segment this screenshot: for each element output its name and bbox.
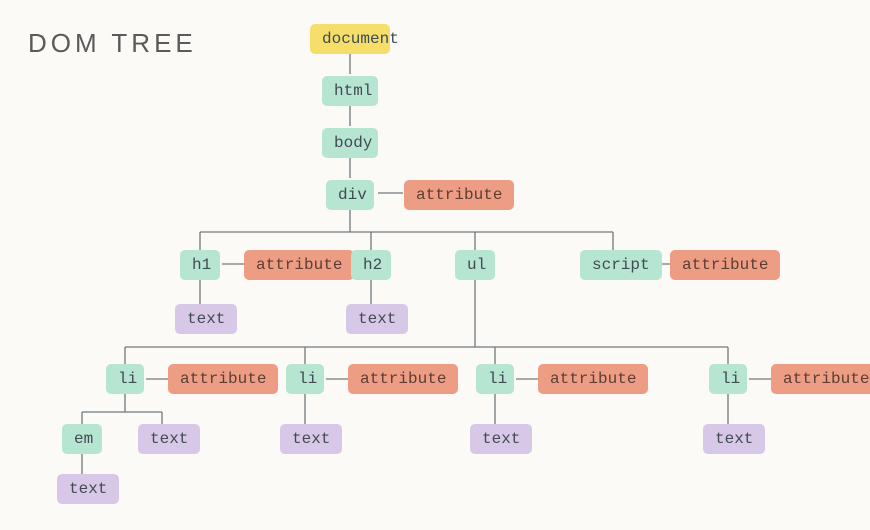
node-h2-text: text bbox=[346, 304, 408, 334]
node-em-text: text bbox=[57, 474, 119, 504]
node-li-4-attribute: attribute bbox=[771, 364, 870, 394]
node-li-3-attribute: attribute bbox=[538, 364, 648, 394]
node-li-2: li bbox=[286, 364, 324, 394]
node-li-1-text: text bbox=[138, 424, 200, 454]
node-div: div bbox=[326, 180, 374, 210]
node-em: em bbox=[62, 424, 102, 454]
node-li-4: li bbox=[709, 364, 747, 394]
node-li-1: li bbox=[106, 364, 144, 394]
node-h1: h1 bbox=[180, 250, 220, 280]
node-li-3: li bbox=[476, 364, 514, 394]
node-html: html bbox=[322, 76, 378, 106]
node-document: document bbox=[310, 24, 390, 54]
node-li-4-text: text bbox=[703, 424, 765, 454]
node-div-attribute: attribute bbox=[404, 180, 514, 210]
node-h1-text: text bbox=[175, 304, 237, 334]
node-h1-attribute: attribute bbox=[244, 250, 354, 280]
diagram-title: DOM TREE bbox=[28, 28, 197, 59]
node-li-3-text: text bbox=[470, 424, 532, 454]
node-li-1-attribute: attribute bbox=[168, 364, 278, 394]
node-ul: ul bbox=[455, 250, 495, 280]
node-body: body bbox=[322, 128, 378, 158]
node-li-2-text: text bbox=[280, 424, 342, 454]
node-script-attribute: attribute bbox=[670, 250, 780, 280]
node-h2: h2 bbox=[351, 250, 391, 280]
node-li-2-attribute: attribute bbox=[348, 364, 458, 394]
node-script: script bbox=[580, 250, 662, 280]
